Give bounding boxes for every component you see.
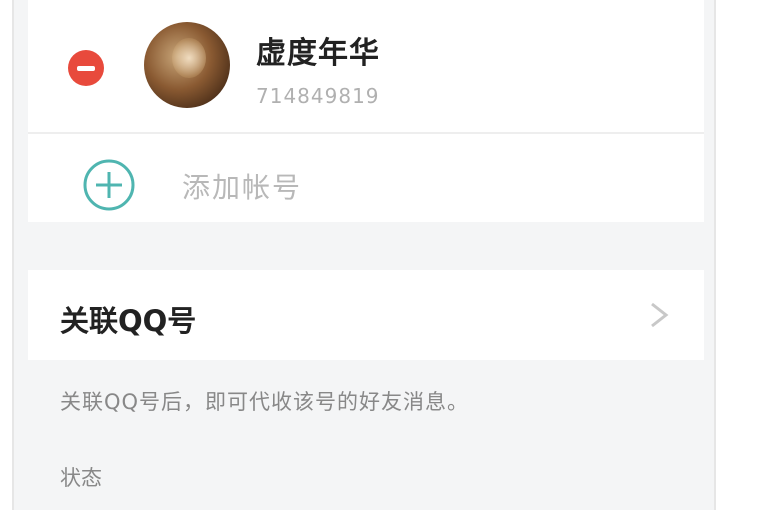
status-label: 状态 — [60, 466, 102, 490]
plus-circle-icon — [83, 159, 135, 211]
add-account-label: 添加帐号 — [182, 171, 303, 204]
avatar — [144, 22, 230, 108]
account-settings-screen: 虚度年华 714849819 添加帐号 关联QQ号 关联QQ号后，即可代收该号的… — [12, 0, 716, 510]
account-row[interactable]: 虚度年华 714849819 — [28, 0, 704, 130]
link-qq-label: 关联QQ号 — [60, 304, 197, 338]
link-qq-hint: 关联QQ号后，即可代收该号的好友消息。 — [60, 390, 470, 414]
minus-icon — [77, 65, 95, 71]
account-name: 虚度年华 — [256, 36, 380, 71]
add-account-row[interactable]: 添加帐号 — [28, 134, 704, 222]
accounts-card: 虚度年华 714849819 添加帐号 — [28, 0, 704, 222]
chevron-right-icon — [651, 302, 669, 328]
link-qq-row[interactable]: 关联QQ号 — [28, 270, 704, 360]
account-id: 714849819 — [256, 84, 380, 108]
avatar-image — [172, 38, 206, 78]
remove-account-button[interactable] — [68, 50, 104, 86]
